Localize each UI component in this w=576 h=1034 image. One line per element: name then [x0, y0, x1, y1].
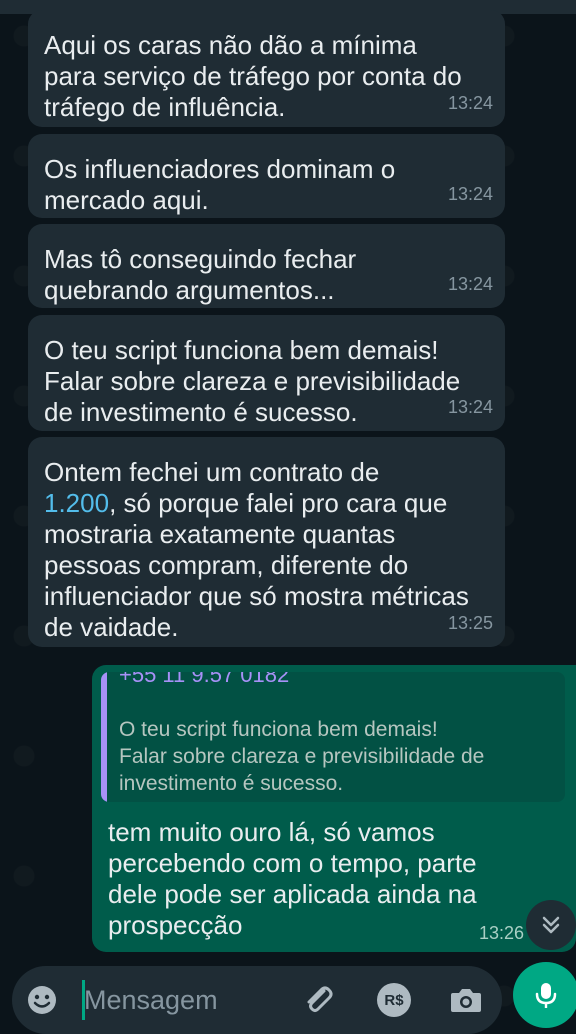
chevron-double-down-icon: [542, 916, 560, 934]
number-link[interactable]: 1.200: [44, 488, 109, 518]
message-time: 13:24: [447, 274, 493, 294]
quote-text: O teu script funciona bem demais! Falar …: [119, 718, 485, 795]
message-text: Mas tô conseguindo fechar quebrando argu…: [44, 244, 357, 305]
message-time: 13:25: [447, 613, 493, 633]
message-bubble-incoming[interactable]: Os influenciadores dominam o mercado aqu…: [28, 134, 505, 218]
message-bubble-incoming[interactable]: Ontem fechei um contrato de 1.200, só po…: [28, 437, 505, 647]
message-time: 13:24: [447, 184, 493, 204]
message-input[interactable]: Mensagem: [84, 985, 218, 1016]
message-text: Os influenciadores dominam o mercado aqu…: [44, 154, 396, 215]
scroll-down-button[interactable]: [526, 900, 576, 950]
mic-button[interactable]: [513, 962, 576, 1028]
camera-icon[interactable]: [448, 982, 484, 1018]
message-time: 13:24: [447, 397, 493, 417]
message-bubble-outgoing[interactable]: +55 11 9.57 0182 O teu script funciona b…: [92, 665, 576, 952]
message-bubble-incoming[interactable]: Mas tô conseguindo fechar quebrando argu…: [28, 224, 505, 308]
message-time: 13:24: [447, 93, 493, 113]
message-text: Aqui os caras não dão a mínima para serv…: [44, 30, 462, 122]
message-text-part: Ontem fechei um contrato de: [44, 457, 380, 487]
message-bubble-incoming[interactable]: O teu script funciona bem demais! Falar …: [28, 315, 505, 431]
emoji-icon[interactable]: [26, 984, 58, 1016]
currency-icon[interactable]: R$: [377, 983, 411, 1017]
message-bubble-incoming[interactable]: Aqui os caras não dão a mínima para serv…: [28, 10, 505, 127]
message-text: O teu script funciona bem demais! Falar …: [44, 335, 461, 427]
mic-icon: [535, 983, 557, 1008]
paperclip-icon[interactable]: [300, 982, 336, 1018]
quote-author: +55 11 9.57 0182: [119, 672, 290, 687]
message-text: Ontem fechei um contrato de 1.200, só po…: [44, 457, 485, 643]
quote-accent-bar: [101, 672, 107, 802]
message-time: 13:26: [478, 923, 524, 943]
quoted-message[interactable]: +55 11 9.57 0182 O teu script funciona b…: [101, 672, 565, 802]
